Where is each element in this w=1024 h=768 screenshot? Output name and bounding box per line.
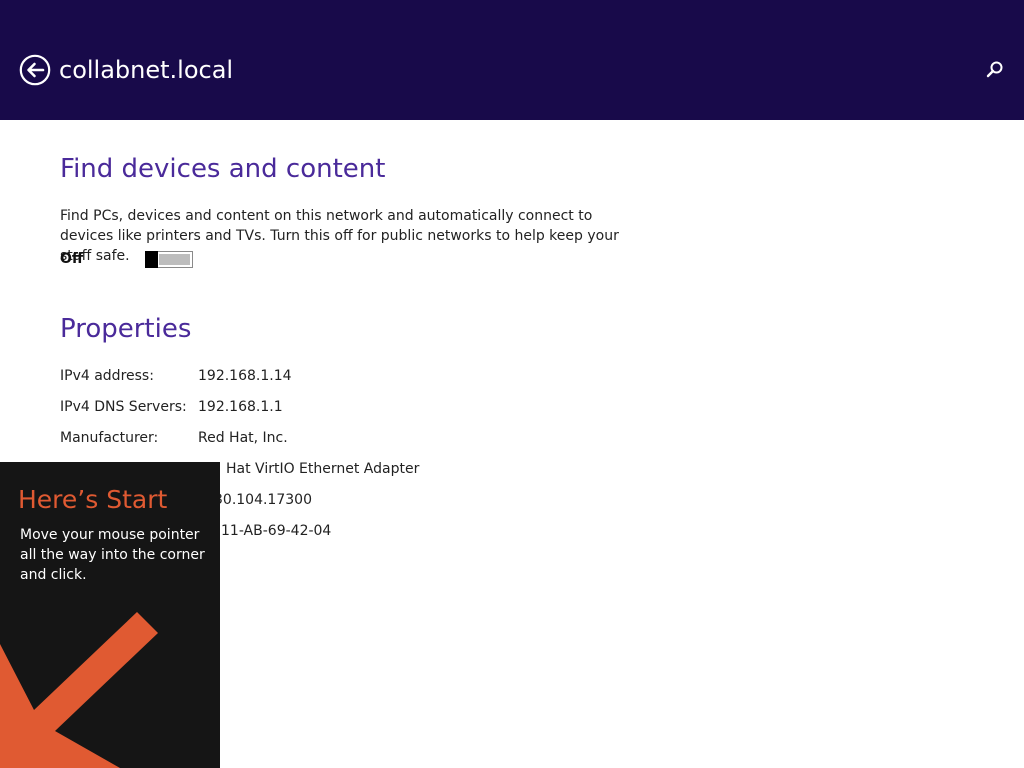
property-value: Red Hat, Inc. — [198, 430, 288, 446]
toggle-track — [159, 254, 190, 265]
start-tip-panel: Here’s Start Move your mouse pointer all… — [0, 462, 220, 768]
search-button[interactable] — [984, 59, 1006, 81]
search-icon — [986, 61, 1003, 78]
property-value: 30.104.17300 — [214, 492, 312, 508]
find-devices-heading: Find devices and content — [60, 154, 386, 184]
property-value: 11-AB-69-42-04 — [221, 523, 332, 539]
property-value: 192.168.1.14 — [198, 368, 292, 384]
back-arrow-circle-icon — [19, 54, 51, 86]
start-tip-title: Here’s Start — [18, 485, 168, 514]
properties-heading: Properties — [60, 314, 192, 344]
find-devices-toggle[interactable] — [145, 251, 193, 268]
page-title: collabnet.local — [59, 56, 234, 84]
corner-arrow-icon — [0, 612, 158, 768]
property-label: IPv4 address: — [60, 368, 154, 384]
toggle-thumb[interactable] — [145, 251, 158, 268]
toggle-state-label: Off — [60, 251, 84, 267]
property-value: 192.168.1.1 — [198, 399, 283, 415]
property-label: IPv4 DNS Servers: — [60, 399, 187, 415]
back-button[interactable] — [19, 54, 51, 86]
start-tip-text: Move your mouse pointer all the way into… — [20, 527, 205, 583]
header-bar: collabnet.local — [0, 0, 1024, 120]
property-value: Hat VirtIO Ethernet Adapter — [226, 461, 420, 477]
property-label: Manufacturer: — [60, 430, 159, 446]
